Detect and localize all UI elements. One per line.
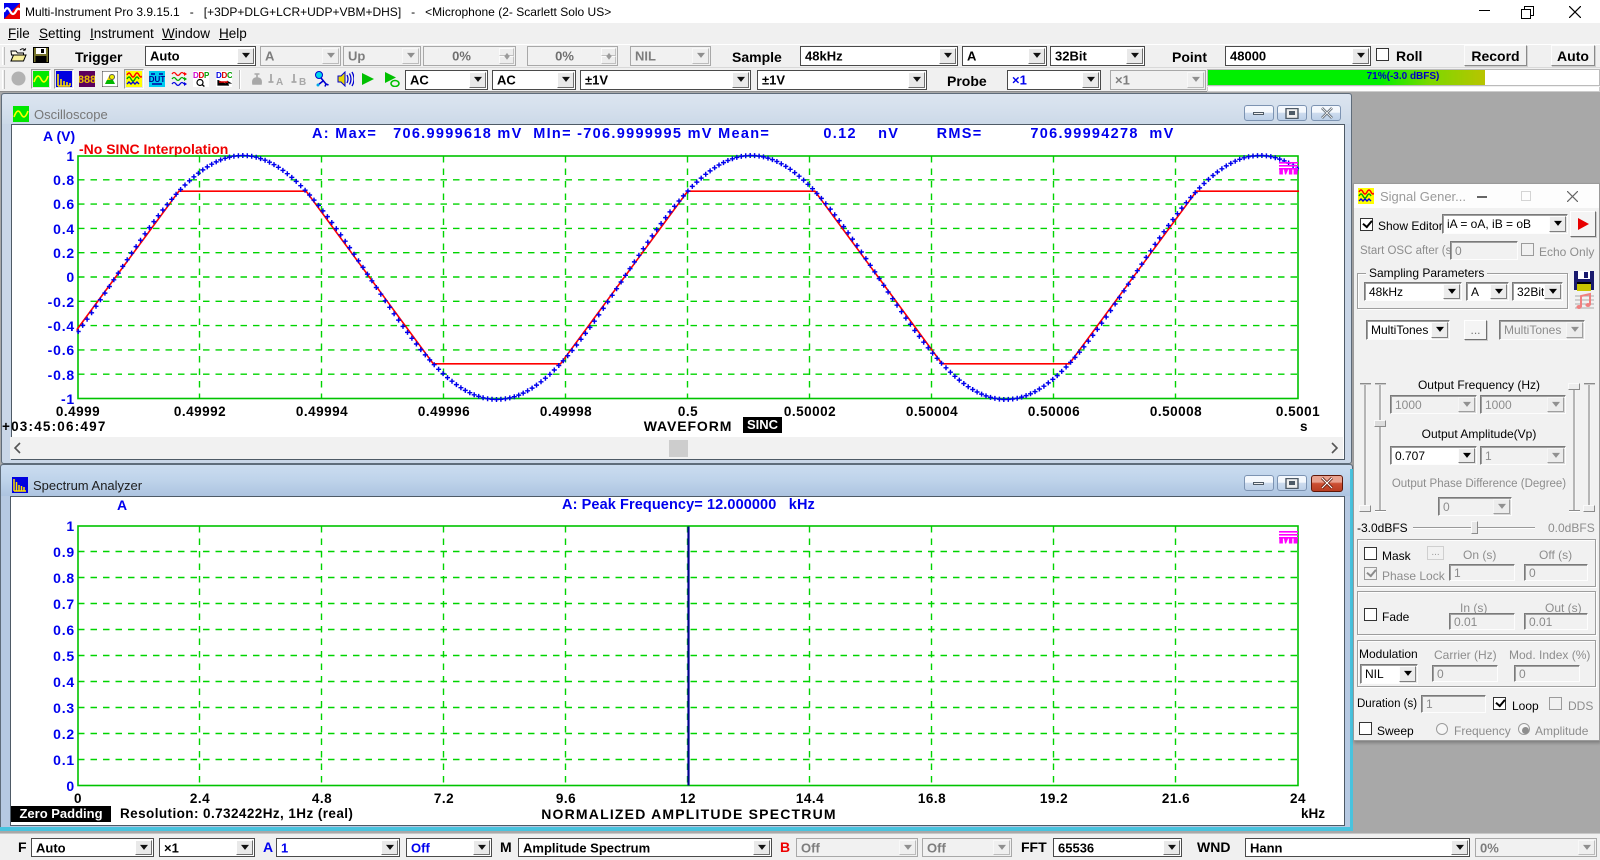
- svg-text:P: P: [204, 71, 209, 80]
- svg-text:C: C: [227, 71, 232, 80]
- svg-text:DUT: DUT: [149, 75, 165, 84]
- svg-text:B: B: [299, 77, 306, 87]
- svg-text:A: A: [276, 77, 283, 87]
- svg-text:888: 888: [79, 74, 95, 86]
